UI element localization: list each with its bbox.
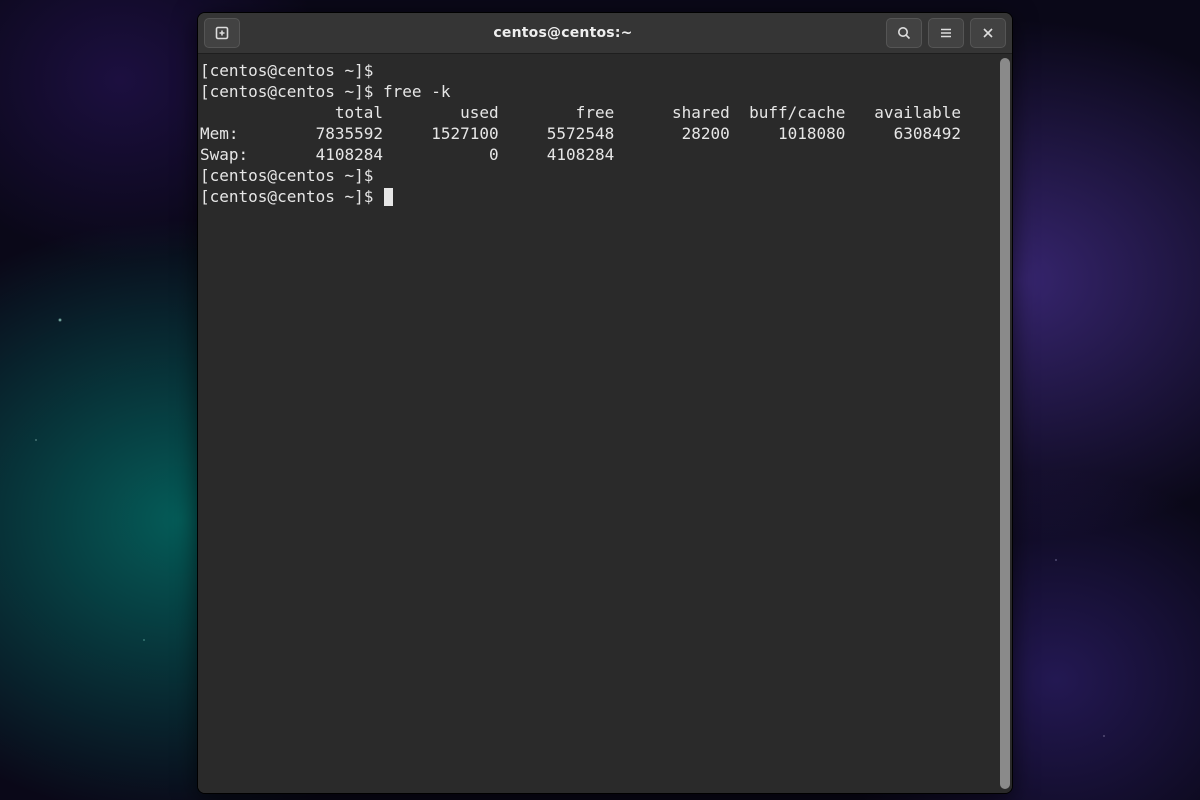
cursor bbox=[384, 188, 393, 206]
titlebar-right-group bbox=[886, 18, 1006, 48]
new-tab-button[interactable] bbox=[204, 18, 240, 48]
free-header: total used free shared buff/cache availa… bbox=[200, 103, 961, 122]
scrollbar[interactable] bbox=[1000, 58, 1010, 789]
terminal-viewport[interactable]: [centos@centos ~]$ [centos@centos ~]$ fr… bbox=[198, 54, 1012, 793]
command-text: free -k bbox=[383, 82, 450, 101]
desktop-wallpaper: centos@centos:~ bbox=[0, 0, 1200, 800]
prompt: [centos@centos ~]$ bbox=[200, 61, 383, 80]
terminal-output: [centos@centos ~]$ [centos@centos ~]$ fr… bbox=[198, 60, 1012, 207]
prompt: [centos@centos ~]$ bbox=[200, 82, 383, 101]
free-swap-row: Swap: 4108284 0 4108284 bbox=[200, 145, 614, 164]
search-button[interactable] bbox=[886, 18, 922, 48]
close-button[interactable] bbox=[970, 18, 1006, 48]
scrollbar-thumb[interactable] bbox=[1000, 58, 1010, 789]
prompt: [centos@centos ~]$ bbox=[200, 187, 383, 206]
terminal-window: centos@centos:~ bbox=[197, 12, 1013, 794]
menu-button[interactable] bbox=[928, 18, 964, 48]
close-icon bbox=[980, 25, 996, 41]
hamburger-icon bbox=[938, 25, 954, 41]
titlebar: centos@centos:~ bbox=[198, 13, 1012, 54]
free-mem-row: Mem: 7835592 1527100 5572548 28200 10180… bbox=[200, 124, 961, 143]
prompt: [centos@centos ~]$ bbox=[200, 166, 383, 185]
search-icon bbox=[896, 25, 912, 41]
new-tab-icon bbox=[214, 25, 230, 41]
window-title: centos@centos:~ bbox=[246, 25, 880, 41]
